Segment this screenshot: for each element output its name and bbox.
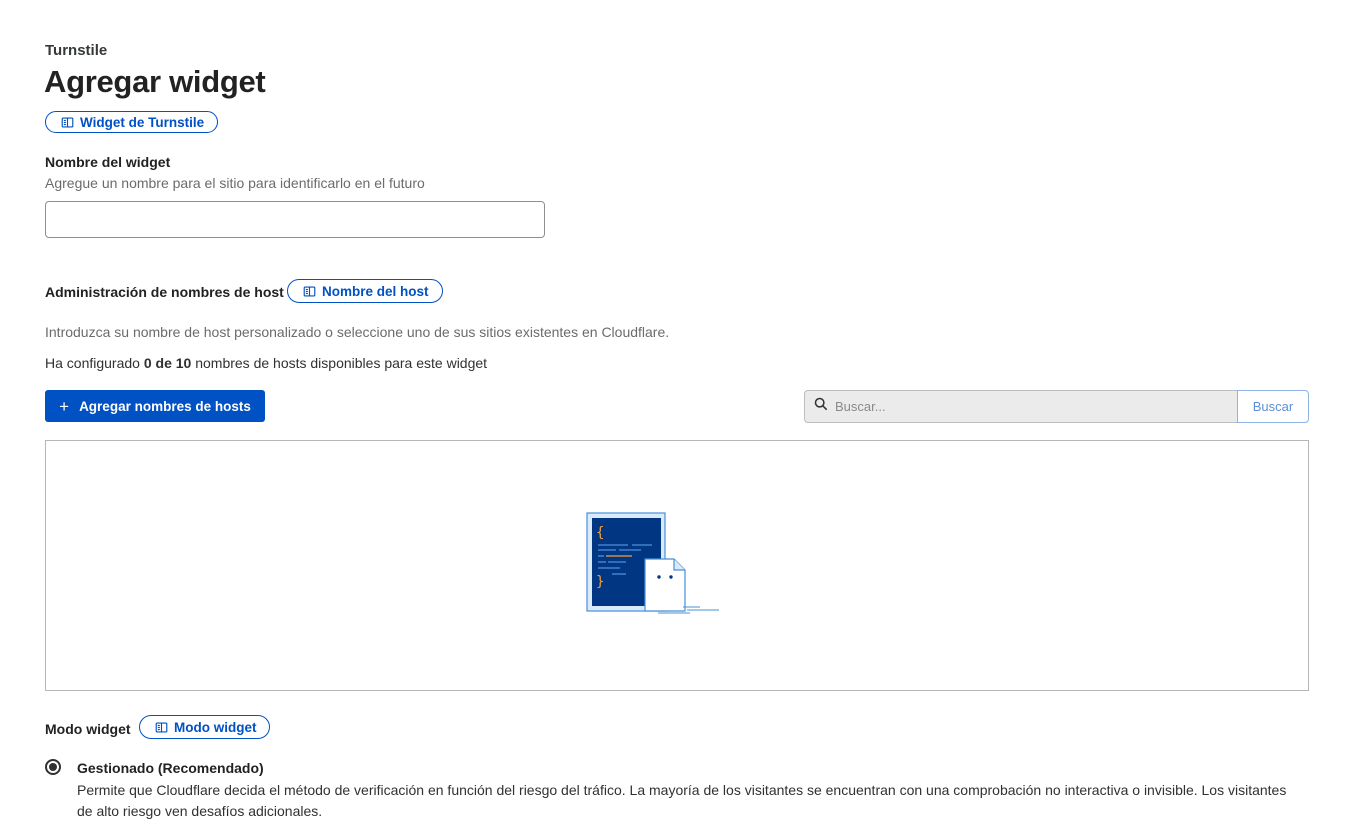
book-icon: [61, 116, 74, 129]
widget-mode-label: Modo widget: [45, 721, 131, 737]
add-hostnames-button[interactable]: + Agregar nombres de hosts: [45, 390, 265, 422]
add-hostnames-label: Agregar nombres de hosts: [79, 398, 251, 414]
breadcrumb[interactable]: Turnstile: [45, 42, 107, 59]
search-input[interactable]: [833, 398, 1237, 415]
book-icon: [155, 721, 168, 734]
hostnames-description: Introduzca su nombre de host personaliza…: [45, 324, 670, 340]
hostname-search: Buscar: [804, 390, 1309, 423]
count-value: 0 de 10: [143, 355, 192, 371]
turnstile-docs-label: Widget de Turnstile: [80, 114, 205, 130]
managed-mode-title[interactable]: Gestionado (Recomendado): [77, 760, 264, 776]
widget-name-description: Agregue un nombre para el sitio para ide…: [45, 175, 425, 191]
turnstile-docs-button[interactable]: Widget de Turnstile: [45, 111, 219, 133]
search-button[interactable]: Buscar: [1237, 390, 1309, 423]
page-title: Agregar widget: [44, 64, 266, 99]
book-icon: [303, 285, 316, 298]
managed-mode-radio[interactable]: [45, 759, 61, 775]
empty-state-illustration: { }: [586, 512, 719, 614]
widget-mode-docs-button[interactable]: Modo widget: [139, 715, 271, 739]
widget-mode-docs-label: Modo widget: [174, 719, 257, 735]
count-suffix: nombres de hosts disponibles para este w…: [191, 355, 488, 371]
svg-text:{: {: [596, 525, 604, 541]
count-prefix: Ha configurado: [45, 355, 144, 371]
widget-name-input[interactable]: [45, 201, 545, 238]
widget-name-label: Nombre del widget: [45, 154, 171, 170]
managed-mode-description: Permite que Cloudflare decida el método …: [77, 782, 1287, 819]
hostname-docs-label: Nombre del host: [322, 283, 429, 299]
hostnames-label: Administración de nombres de host: [45, 284, 284, 300]
hostnames-count-text: Ha configurado 0 de 10 nombres de hosts …: [45, 355, 487, 371]
search-field[interactable]: [804, 390, 1237, 423]
svg-text:}: }: [596, 574, 604, 590]
hostname-docs-button[interactable]: Nombre del host: [287, 279, 443, 303]
plus-icon: +: [59, 396, 70, 416]
radio-selected-dot: [49, 763, 57, 771]
search-icon: [814, 397, 828, 416]
